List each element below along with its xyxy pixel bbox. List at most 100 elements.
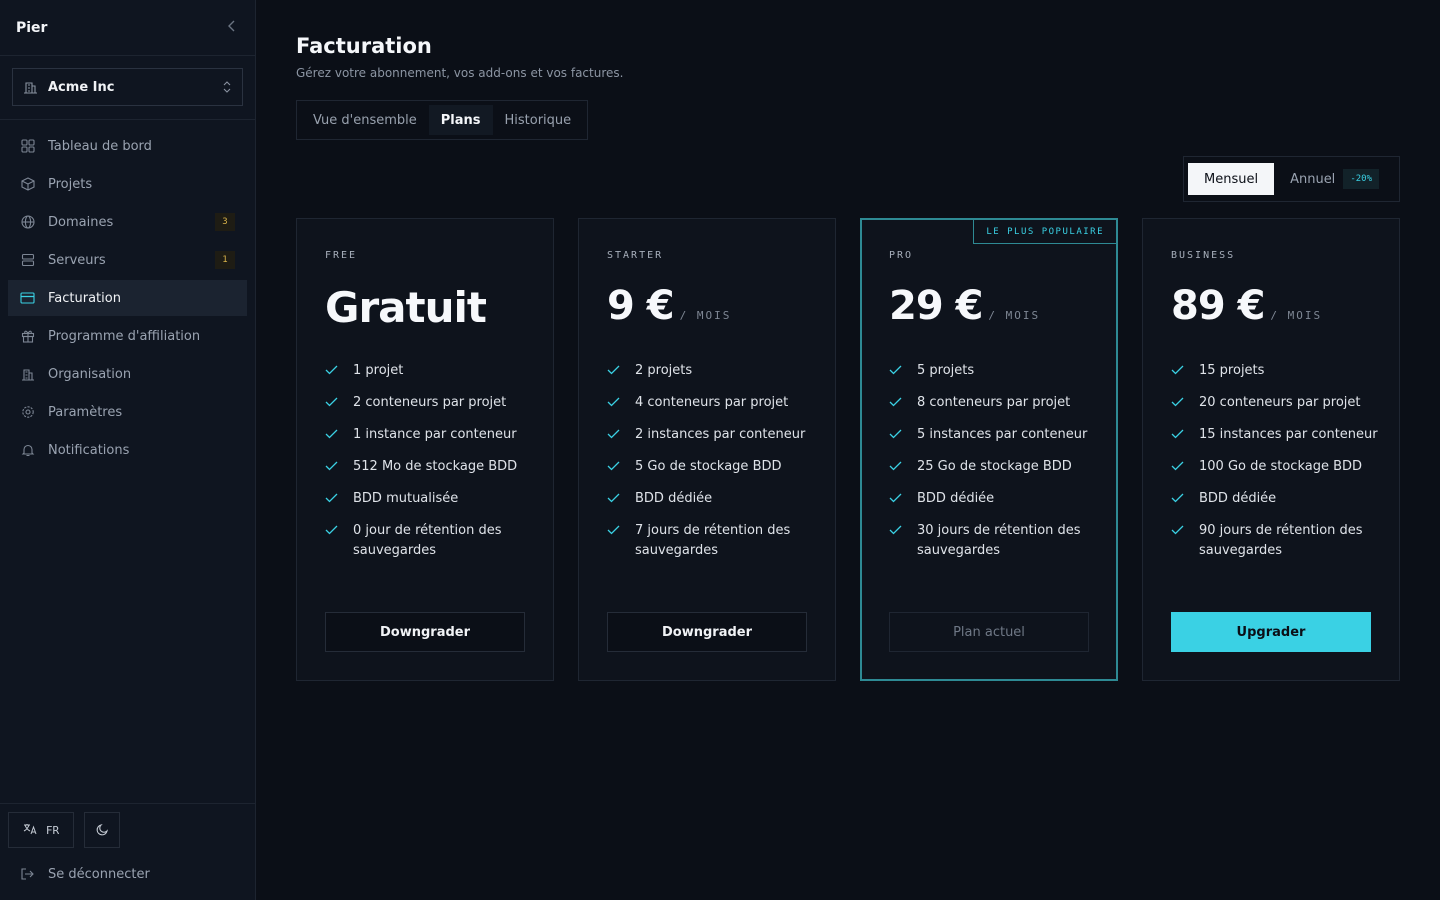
chevron-left-icon[interactable] [227,19,237,37]
feature-item: 8 conteneurs par projet [889,393,1101,413]
check-icon [607,493,621,503]
check-icon [1171,429,1185,439]
feature-item: 15 projets [1171,361,1383,381]
check-icon [1171,525,1185,535]
plan-card-free: FREE Gratuit 1 projet 2 conteneurs par p… [296,218,554,681]
feature-item: 30 jours de rétention des sauvegardes [889,521,1101,561]
feature-item: BDD mutualisée [325,489,537,509]
feature-label: BDD dédiée [917,491,995,506]
logout-button[interactable]: Se déconnecter [8,856,247,892]
sidebar-nav: Tableau de bord Projets Domaines 3 Serve… [0,120,255,478]
sidebar: Pier Acme Inc Tableau de bord Projets Do… [0,0,256,900]
check-icon [1171,397,1185,407]
sidebar-item-label: Notifications [48,442,130,458]
feature-item: 4 conteneurs par projet [607,393,819,413]
check-icon [889,493,903,503]
sidebar-item-organization[interactable]: Organisation [8,356,247,392]
feature-item: 20 conteneurs par projet [1171,393,1383,413]
check-icon [325,429,339,439]
box-icon [20,177,35,192]
check-icon [607,429,621,439]
feature-label: 1 projet [353,363,404,378]
sidebar-item-label: Serveurs [48,252,106,268]
feature-item: 2 projets [607,361,819,381]
plan-card-starter: STARTER 9 € / MOIS 2 projets 4 conteneur… [578,218,836,681]
plan-period: / MOIS [679,309,732,322]
check-icon [325,397,339,407]
sidebar-item-notifications[interactable]: Notifications [8,432,247,468]
sidebar-item-label: Programme d'affiliation [48,328,201,344]
monthly-option[interactable]: Mensuel [1188,163,1275,195]
sidebar-item-servers[interactable]: Serveurs 1 [8,242,247,278]
check-icon [325,365,339,375]
check-icon [889,365,903,375]
sidebar-header: Pier [0,0,255,56]
feature-label: 4 conteneurs par projet [635,395,789,410]
building-icon [20,367,35,382]
feature-label: BDD mutualisée [353,491,459,506]
brand-logo: Pier [16,19,48,36]
plan-tier: PRO [889,250,914,261]
check-icon [889,525,903,535]
org-switcher[interactable]: Acme Inc [12,68,243,106]
sidebar-item-dashboard[interactable]: Tableau de bord [8,128,247,164]
feature-list: 1 projet 2 conteneurs par projet 1 insta… [325,361,537,573]
building-icon [23,80,38,94]
feature-label: 20 conteneurs par projet [1199,395,1361,410]
feature-item: 90 jours de rétention des sauvegardes [1171,521,1383,561]
feature-list: 5 projets 8 conteneurs par projet 5 inst… [889,361,1101,573]
sidebar-item-label: Tableau de bord [48,138,152,154]
language-switcher[interactable]: FR [8,812,74,848]
downgrade-button[interactable]: Downgrader [607,612,807,652]
discount-badge: -20% [1343,169,1379,189]
tab-history[interactable]: Historique [493,105,584,135]
plan-tier: BUSINESS [1171,250,1236,261]
sidebar-item-domains[interactable]: Domaines 3 [8,204,247,240]
plan-card-business: BUSINESS 89 € / MOIS 15 projets 20 conte… [1142,218,1400,681]
count-badge: 3 [215,213,235,231]
tab-overview[interactable]: Vue d'ensemble [301,105,429,135]
page-title: Facturation [296,34,432,58]
sidebar-item-affiliate[interactable]: Programme d'affiliation [8,318,247,354]
feature-label: 2 projets [635,363,693,378]
server-icon [20,253,35,268]
credit-card-icon [20,291,35,306]
feature-item: 2 conteneurs par projet [325,393,537,413]
current-plan-button: Plan actuel [889,612,1089,652]
plan-price: 29 € [889,283,983,329]
sidebar-item-projects[interactable]: Projets [8,166,247,202]
page-subtitle: Gérez votre abonnement, vos add-ons et v… [296,66,624,80]
feature-item: 100 Go de stockage BDD [1171,457,1383,477]
tab-bar: Vue d'ensemble Plans Historique [296,100,589,140]
sidebar-item-label: Domaines [48,214,114,230]
check-icon [1171,365,1185,375]
upgrade-button[interactable]: Upgrader [1171,612,1371,652]
billing-period-toggle: Mensuel Annuel -20% [1183,156,1400,202]
plan-tier: STARTER [607,250,664,261]
feature-label: 2 instances par conteneur [635,427,806,442]
theme-toggle[interactable] [84,812,120,848]
check-icon [325,525,339,535]
feature-item: BDD dédiée [1171,489,1383,509]
feature-label: 8 conteneurs par projet [917,395,1071,410]
sidebar-item-settings[interactable]: Paramètres [8,394,247,430]
downgrade-button[interactable]: Downgrader [325,612,525,652]
main-content: Facturation Gérez votre abonnement, vos … [256,0,1440,900]
feature-label: 5 Go de stockage BDD [635,459,782,474]
feature-item: 5 projets [889,361,1101,381]
feature-label: 15 instances par conteneur [1199,427,1378,442]
yearly-option[interactable]: Annuel [1274,163,1351,195]
feature-item: 15 instances par conteneur [1171,425,1383,445]
org-name: Acme Inc [48,79,115,95]
feature-label: 7 jours de rétention des sauvegardes [635,523,791,558]
sidebar-item-billing[interactable]: Facturation [8,280,247,316]
feature-label: 90 jours de rétention des sauvegardes [1199,523,1363,558]
feature-label: 2 conteneurs par projet [353,395,507,410]
logout-label: Se déconnecter [48,866,150,882]
plan-cards: FREE Gratuit 1 projet 2 conteneurs par p… [296,218,1400,681]
plan-price: 9 € [607,283,675,329]
moon-icon [96,821,109,840]
tab-plans[interactable]: Plans [428,105,493,135]
sidebar-item-label: Projets [48,176,93,192]
feature-item: 0 jour de rétention des sauvegardes [325,521,537,561]
